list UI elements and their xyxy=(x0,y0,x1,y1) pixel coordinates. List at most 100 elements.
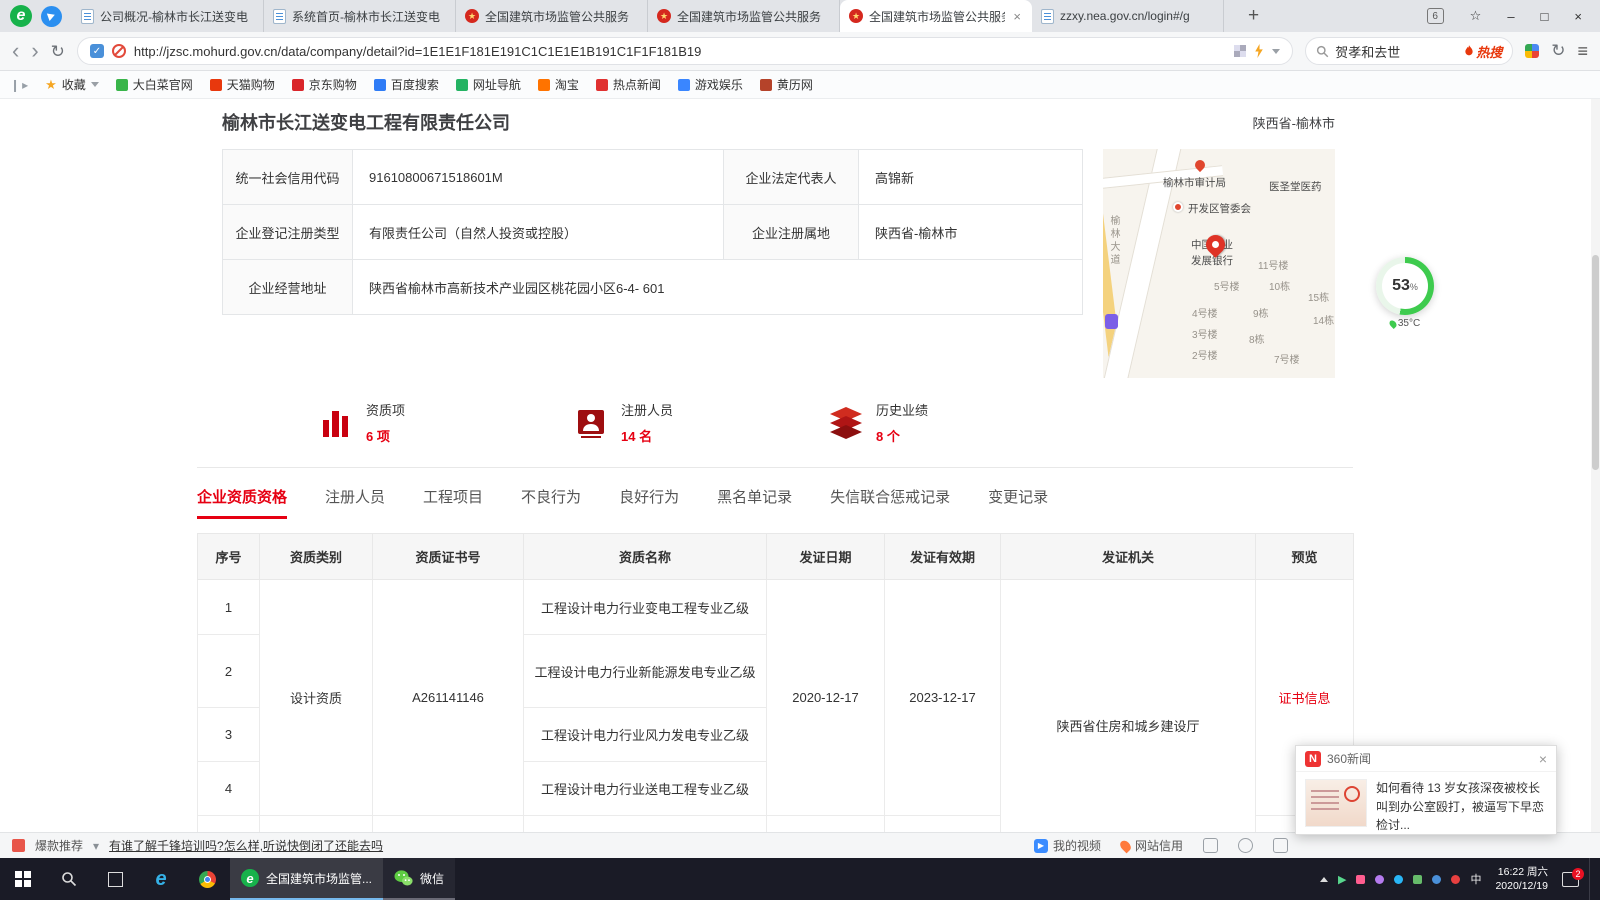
tray-app-icon[interactable] xyxy=(1356,875,1365,884)
tab-bad-behavior[interactable]: 不良行为 xyxy=(521,486,581,519)
apps-grid-icon[interactable] xyxy=(1525,44,1539,58)
new-tab-button[interactable]: + xyxy=(1238,5,1269,27)
search-input[interactable]: 贺孝和去世 xyxy=(1335,42,1458,61)
adblock-icon[interactable] xyxy=(112,44,126,58)
map-building-label: 3号楼 xyxy=(1192,326,1218,341)
taskbar-search-button[interactable] xyxy=(46,858,92,900)
tab-list-button[interactable]: 6 xyxy=(1427,8,1444,24)
bookmark-item[interactable]: 百度搜索 xyxy=(374,76,439,93)
tray-app-icon[interactable] xyxy=(1394,875,1403,884)
my-videos-button[interactable]: ▶我的视频 xyxy=(1034,837,1101,854)
close-button[interactable]: × xyxy=(1574,9,1582,24)
tab-dishonesty[interactable]: 失信联合惩戒记录 xyxy=(830,486,950,519)
map-poi-label: 医圣堂医药 xyxy=(1269,179,1322,194)
back-button[interactable]: ‹ xyxy=(12,40,19,62)
bookmark-item[interactable]: 游戏娱乐 xyxy=(678,76,743,93)
page-favicon xyxy=(81,9,94,24)
taskbar-chrome-button[interactable] xyxy=(184,858,230,900)
field-value: 高锦新 xyxy=(859,150,1083,205)
feedback-icon[interactable] xyxy=(1273,838,1288,853)
search-box[interactable]: 贺孝和去世 热搜 xyxy=(1305,37,1513,65)
site-credit-button[interactable]: 网站信用 xyxy=(1121,837,1183,854)
map-poi-label: 榆林市审计局 xyxy=(1163,175,1226,190)
tray-app-icon[interactable] xyxy=(1375,875,1384,884)
restore-tabs-icon[interactable]: ↻ xyxy=(1551,41,1565,61)
recently-closed-icon[interactable]: ☆ xyxy=(1470,8,1482,24)
bookmark-favicon xyxy=(678,79,690,91)
qualification-icon xyxy=(318,405,354,441)
bookmark-item[interactable]: 淘宝 xyxy=(538,76,579,93)
bookmark-item[interactable]: 京东购物 xyxy=(292,76,357,93)
popup-close-icon[interactable]: × xyxy=(1539,751,1547,767)
tray-app-icon[interactable] xyxy=(1413,875,1422,884)
accelerator-icon[interactable] xyxy=(1254,44,1264,58)
screenshot-icon[interactable] xyxy=(1238,838,1253,853)
video-app-icon[interactable]: ▶ xyxy=(1338,873,1346,886)
bluetooth-icon[interactable] xyxy=(1432,875,1441,884)
send-page-icon[interactable] xyxy=(41,6,62,27)
scrollbar-thumb[interactable] xyxy=(1592,255,1599,470)
shield-icon[interactable] xyxy=(1203,838,1218,853)
tab-jzsc-active[interactable]: ★全国建筑市场监管公共服务× xyxy=(840,0,1032,32)
start-button[interactable] xyxy=(0,858,46,900)
tab-qualifications[interactable]: 企业资质资格 xyxy=(197,486,287,519)
news-item[interactable]: 如何看待 13 岁女孩深夜被校长叫到办公室殴打，被逼写下早恋检讨... xyxy=(1296,772,1556,842)
tab-nea-login[interactable]: zzxy.nea.gov.cn/login#/g xyxy=(1032,0,1224,32)
detail-tabs: 企业资质资格 注册人员 工程项目 不良行为 良好行为 黑名单记录 失信联合惩戒记… xyxy=(197,486,1353,519)
bookmark-item[interactable]: 天猫购物 xyxy=(210,76,275,93)
favorites-menu[interactable]: ★收藏 xyxy=(45,76,99,93)
bookmark-item[interactable]: 网址导航 xyxy=(456,76,521,93)
taskbar-app-browser[interactable]: e 全国建筑市场监管... xyxy=(230,858,383,900)
url-text[interactable]: http://jzsc.mohurd.gov.cn/data/company/d… xyxy=(134,44,1226,59)
forward-button[interactable]: › xyxy=(31,40,38,62)
taskbar-ie-button[interactable]: e xyxy=(138,858,184,900)
tab-actions: + 6 ☆ – □ × xyxy=(1238,5,1600,27)
play-icon: ▶ xyxy=(1034,839,1048,853)
web-page: 榆林市长江送变电工程有限责任公司 陕西省-榆林市 统一社会信用代码 916108… xyxy=(0,99,1600,832)
cert-info-link[interactable]: 证书信息 xyxy=(1278,691,1330,706)
staff-icon xyxy=(573,405,609,441)
tab-jzsc-1[interactable]: ★全国建筑市场监管公共服务 xyxy=(456,0,648,32)
location-map[interactable]: 榆林大道 榆林市审计局 医圣堂医药 开发区管委会 中国农业 发展银行 11号楼 … xyxy=(1103,149,1335,378)
minimize-button[interactable]: – xyxy=(1507,9,1514,24)
gov-emblem-favicon: ★ xyxy=(465,9,479,23)
tab-jzsc-2[interactable]: ★全国建筑市场监管公共服务 xyxy=(648,0,840,32)
tab-close-icon[interactable]: × xyxy=(1011,9,1023,24)
address-dropdown-icon[interactable] xyxy=(1272,49,1280,54)
show-desktop-button[interactable] xyxy=(1589,858,1594,900)
ime-indicator[interactable]: 中 xyxy=(1470,871,1481,887)
bookmark-item[interactable]: 热点新闻 xyxy=(596,76,661,93)
tab-company-overview[interactable]: 公司概况-榆林市长江送变电 xyxy=(72,0,264,32)
task-view-button[interactable] xyxy=(92,858,138,900)
field-value: 陕西省-榆林市 xyxy=(859,205,1083,260)
refresh-button[interactable]: ↻ xyxy=(51,43,65,60)
tray-expand-icon[interactable] xyxy=(1320,877,1328,882)
hot-topic-link[interactable]: 有谁了解千锋培训吗?怎么样,听说快倒闭了还能去吗 xyxy=(109,837,383,854)
tab-registered-staff[interactable]: 注册人员 xyxy=(325,486,385,519)
map-building-label: 2号楼 xyxy=(1192,347,1218,362)
reader-mode-icon[interactable] xyxy=(1234,45,1246,57)
tab-changes[interactable]: 变更记录 xyxy=(988,486,1048,519)
tab-projects[interactable]: 工程项目 xyxy=(423,486,483,519)
tab-blacklist[interactable]: 黑名单记录 xyxy=(717,486,792,519)
page-scrollbar[interactable] xyxy=(1591,99,1600,832)
taskbar-clock[interactable]: 16:22 周六 2020/12/19 xyxy=(1491,865,1552,893)
recommend-label[interactable]: 爆款推荐 xyxy=(35,837,83,854)
maximize-button[interactable]: □ xyxy=(1541,9,1549,24)
browser-logo-icon[interactable]: e xyxy=(10,5,32,27)
sidebar-toggle-icon[interactable]: ❙▸ xyxy=(10,78,28,92)
map-building-label: 11号楼 xyxy=(1258,257,1288,272)
tray-app-icon[interactable] xyxy=(1451,875,1460,884)
menu-icon[interactable]: ≡ xyxy=(1577,41,1588,62)
tab-good-behavior[interactable]: 良好行为 xyxy=(619,486,679,519)
bookmark-item[interactable]: 黄历网 xyxy=(760,76,813,93)
hot-search-button[interactable]: 热搜 xyxy=(1464,42,1502,61)
bookmark-item[interactable]: 大白菜官网 xyxy=(116,76,193,93)
site-safety-icon[interactable]: ✓ xyxy=(90,44,104,58)
field-value: 陕西省榆林市高新技术产业园区桃花园小区6-4- 601 xyxy=(353,260,1083,315)
taskbar-app-wechat[interactable]: 微信 xyxy=(383,858,455,900)
browser-speed-gauge[interactable]: 53 % 35°C xyxy=(1374,257,1436,329)
address-bar[interactable]: ✓ http://jzsc.mohurd.gov.cn/data/company… xyxy=(77,37,1293,65)
notification-icon[interactable]: 2 xyxy=(1562,872,1579,887)
tab-system-home[interactable]: 系统首页-榆林市长江送变电 xyxy=(264,0,456,32)
